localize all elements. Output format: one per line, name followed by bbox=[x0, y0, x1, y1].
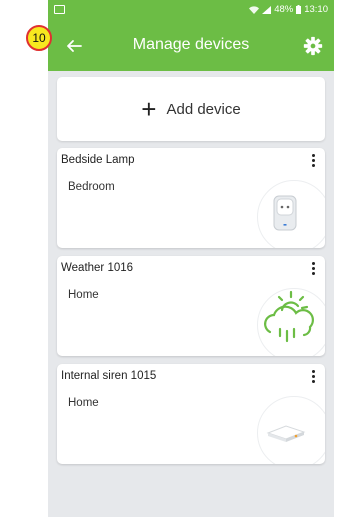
device-name: Weather 1016 bbox=[61, 262, 134, 274]
device-card-internal-siren[interactable]: Internal siren 1015 Home bbox=[57, 364, 325, 464]
device-room: Home bbox=[68, 397, 99, 409]
annotation-badge: 10 bbox=[26, 25, 52, 51]
battery-percent: 48% bbox=[274, 4, 294, 15]
wifi-icon bbox=[249, 5, 260, 14]
status-bar: 48% 13:10 bbox=[48, 0, 334, 21]
device-room: Home bbox=[68, 289, 99, 301]
page-title: Manage devices bbox=[132, 36, 250, 53]
app-bar: Manage devices bbox=[48, 21, 334, 71]
status-icons: 48% 13:10 bbox=[249, 4, 328, 15]
device-name: Bedside Lamp bbox=[61, 154, 135, 166]
device-card-weather[interactable]: Weather 1016 Home bbox=[57, 256, 325, 356]
more-options-icon[interactable] bbox=[308, 153, 318, 169]
add-device-label: Add device bbox=[166, 100, 241, 118]
battery-icon bbox=[296, 5, 302, 14]
more-options-icon[interactable] bbox=[308, 369, 318, 385]
phone-screen: 48% 13:10 Manage devices + Add device Be… bbox=[48, 0, 334, 517]
add-device-button[interactable]: + Add device bbox=[57, 77, 325, 141]
more-options-icon[interactable] bbox=[308, 261, 318, 277]
clock: 13:10 bbox=[304, 4, 328, 15]
device-room: Bedroom bbox=[68, 181, 115, 193]
weather-icon bbox=[257, 288, 325, 356]
smart-plug-icon bbox=[257, 180, 325, 248]
device-name: Internal siren 1015 bbox=[61, 370, 157, 382]
plus-icon: + bbox=[141, 94, 157, 124]
device-card-bedside-lamp[interactable]: Bedside Lamp Bedroom bbox=[57, 148, 325, 248]
signal-icon bbox=[262, 5, 272, 14]
siren-icon bbox=[257, 396, 325, 464]
gear-icon[interactable] bbox=[302, 35, 324, 57]
image-notification-icon bbox=[54, 5, 65, 14]
